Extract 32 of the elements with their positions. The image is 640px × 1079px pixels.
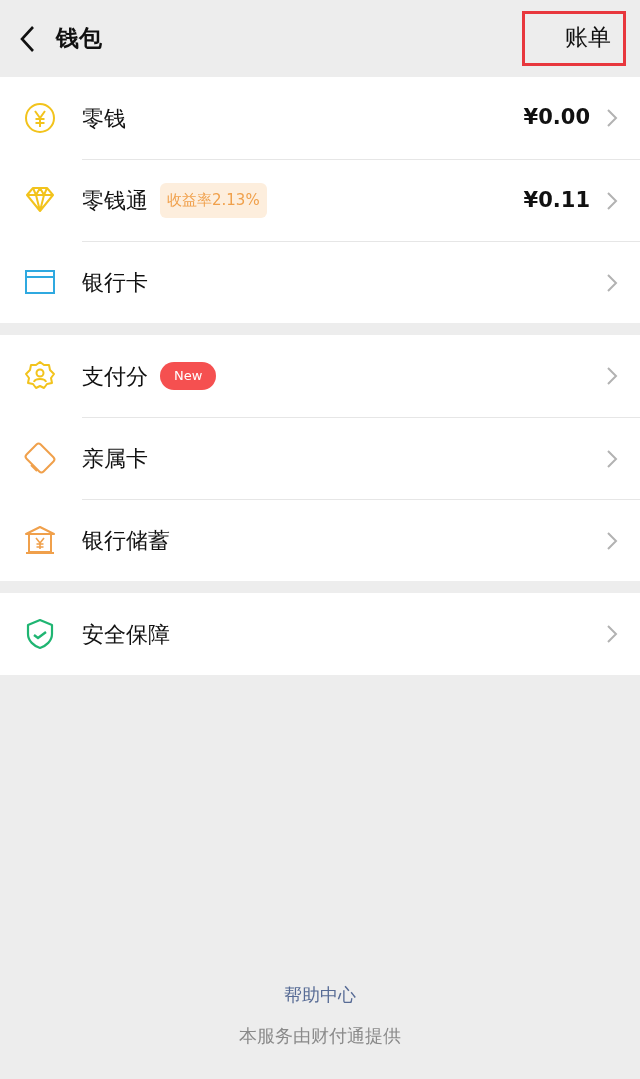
chevron-icon bbox=[606, 366, 618, 386]
wallet-list-item[interactable]: 银行储蓄 bbox=[0, 499, 640, 581]
wallet-list-item[interactable]: 银行卡 bbox=[0, 241, 640, 323]
cards-icon bbox=[23, 441, 57, 475]
bill-button[interactable]: 账单 bbox=[522, 11, 626, 66]
wallet-list-item[interactable]: 安全保障 bbox=[0, 593, 640, 675]
coin-icon bbox=[23, 101, 57, 135]
wallet-list-item[interactable]: 零钱通 收益率2.13% ¥0.11 bbox=[0, 159, 640, 241]
item-label: 银行储蓄 bbox=[82, 527, 170, 555]
page-title: 钱包 bbox=[56, 24, 102, 54]
wallet-list-item[interactable]: 零钱 ¥0.00 bbox=[0, 77, 640, 159]
item-label: 支付分 bbox=[82, 362, 148, 391]
item-label: 亲属卡 bbox=[82, 445, 148, 473]
chevron-icon bbox=[606, 624, 618, 644]
item-label: 零钱 bbox=[82, 104, 126, 133]
chevron-icon bbox=[606, 448, 618, 469]
chevron-icon bbox=[606, 108, 618, 128]
yield-tag: 收益率2.13% bbox=[160, 183, 267, 218]
chevron-icon bbox=[606, 530, 618, 551]
wallet-list-item[interactable]: 支付分 New bbox=[0, 335, 640, 417]
chevron-icon bbox=[606, 190, 618, 211]
bank-icon bbox=[23, 523, 57, 557]
balance-amount: ¥0.11 bbox=[523, 186, 590, 214]
wallet-list-item[interactable]: 亲属卡 bbox=[0, 417, 640, 499]
balance-amount: ¥0.00 bbox=[523, 104, 590, 132]
item-label: 零钱通 bbox=[82, 187, 148, 215]
item-label: 安全保障 bbox=[82, 620, 170, 649]
new-badge: New bbox=[160, 362, 217, 390]
help-center-link[interactable]: 帮助中心 bbox=[284, 981, 356, 1008]
item-label: 银行卡 bbox=[82, 269, 148, 297]
chevron-icon bbox=[606, 272, 618, 293]
service-note: 本服务由财付通提供 bbox=[239, 1024, 401, 1048]
